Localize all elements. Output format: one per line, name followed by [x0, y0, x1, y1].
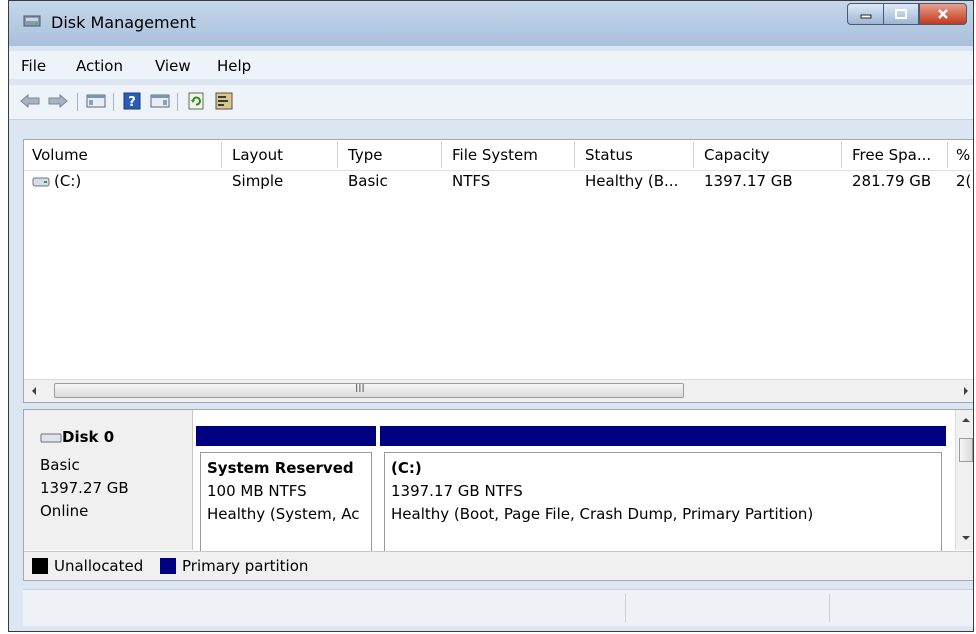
- scroll-grip: III: [355, 382, 365, 395]
- legend-swatch-primary: [160, 558, 176, 574]
- disk-map-panel: Disk 0 Basic 1397.27 GB Online System Re…: [23, 409, 973, 581]
- toolbar-separator: [113, 93, 114, 111]
- partition-size: 1397.17 GB NTFS: [391, 482, 523, 500]
- forward-arrow-icon: [48, 93, 68, 109]
- partition-bar: [196, 426, 376, 446]
- refresh-button[interactable]: [185, 91, 207, 111]
- cell-capacity: 1397.17 GB: [704, 172, 793, 190]
- partition-details: System Reserved 100 MB NTFS Healthy (Sys…: [200, 452, 372, 556]
- console-tree-icon: [86, 94, 106, 108]
- cell-free-space: 281.79 GB: [852, 172, 932, 190]
- column-header-capacity[interactable]: Capacity: [704, 146, 770, 164]
- status-bar-divider: [625, 594, 626, 622]
- maximize-icon: [895, 9, 907, 19]
- disk-0-info[interactable]: Disk 0 Basic 1397.27 GB Online: [24, 410, 193, 550]
- partition-size: 100 MB NTFS: [207, 482, 307, 500]
- disk-management-window: Disk Management File Action View Help ? …: [8, 0, 974, 632]
- partition-name: (C:): [391, 459, 422, 477]
- disk-size: 1397.27 GB: [40, 479, 129, 497]
- window-controls: [847, 3, 967, 25]
- show-hide-action-pane-button[interactable]: [149, 91, 171, 111]
- minimize-icon: [860, 14, 871, 19]
- vertical-scrollbar[interactable]: [955, 410, 973, 550]
- toolbar-separator: [177, 93, 178, 111]
- menu-file[interactable]: File: [21, 57, 46, 75]
- column-divider[interactable]: [693, 142, 694, 168]
- column-header-layout[interactable]: Layout: [232, 146, 283, 164]
- disk-management-icon: [23, 15, 41, 27]
- close-button[interactable]: [919, 3, 967, 25]
- disk-icon: [40, 433, 62, 443]
- column-divider[interactable]: [841, 142, 842, 168]
- legend-label-unallocated: Unallocated: [54, 557, 144, 575]
- legend: Unallocated Primary partition: [24, 551, 973, 580]
- cell-layout: Simple: [232, 172, 284, 190]
- volume-list: Volume Layout Type File System Status Ca…: [23, 139, 973, 403]
- column-header-row: Volume Layout Type File System Status Ca…: [24, 140, 973, 171]
- action-pane-icon: [150, 94, 170, 108]
- partition-status: Healthy (System, Ac: [207, 505, 360, 523]
- horizontal-scrollbar[interactable]: III: [24, 379, 973, 402]
- column-divider[interactable]: [221, 142, 222, 168]
- show-hide-console-tree-button[interactable]: [85, 91, 107, 111]
- cell-percent-free: 2(: [956, 172, 972, 190]
- horizontal-scroll-thumb[interactable]: III: [54, 382, 684, 398]
- disk-name: Disk 0: [62, 428, 115, 446]
- scroll-up-icon[interactable]: [961, 416, 971, 424]
- status-bar: [23, 589, 973, 626]
- scroll-down-icon[interactable]: [961, 534, 971, 542]
- title-bar[interactable]: Disk Management: [9, 1, 973, 46]
- cell-status: Healthy (B...: [585, 172, 679, 190]
- forward-button[interactable]: [47, 91, 69, 111]
- scroll-right-icon[interactable]: [962, 386, 970, 396]
- cell-type: Basic: [348, 172, 388, 190]
- legend-swatch-unallocated: [32, 558, 48, 574]
- column-header-free-space[interactable]: Free Spa...: [852, 146, 931, 164]
- drive-icon: [32, 177, 50, 187]
- column-divider[interactable]: [441, 142, 442, 168]
- legend-label-primary: Primary partition: [182, 557, 309, 575]
- column-header-volume[interactable]: Volume: [32, 146, 88, 164]
- close-icon: [938, 9, 948, 19]
- properties-icon: [215, 92, 233, 110]
- properties-button[interactable]: [213, 91, 235, 111]
- vertical-scroll-thumb[interactable]: [959, 438, 973, 462]
- disk-state: Online: [40, 502, 89, 520]
- back-arrow-icon: [20, 93, 40, 109]
- menu-view[interactable]: View: [155, 57, 191, 75]
- partition-c[interactable]: (C:) 1397.17 GB NTFS Healthy (Boot, Page…: [380, 426, 946, 556]
- help-icon: ?: [123, 92, 141, 110]
- partition-details: (C:) 1397.17 GB NTFS Healthy (Boot, Page…: [384, 452, 942, 556]
- column-header-status[interactable]: Status: [585, 146, 633, 164]
- menu-help[interactable]: Help: [217, 57, 251, 75]
- refresh-icon: [188, 92, 204, 110]
- column-divider[interactable]: [337, 142, 338, 168]
- partition-bar: [380, 426, 946, 446]
- toolbar: ?: [9, 85, 973, 120]
- help-button[interactable]: ?: [121, 91, 143, 111]
- status-bar-divider: [829, 594, 830, 622]
- column-divider[interactable]: [574, 142, 575, 168]
- cell-file-system: NTFS: [452, 172, 491, 190]
- column-header-percent-free[interactable]: %: [956, 146, 970, 164]
- maximize-button[interactable]: [883, 3, 919, 25]
- column-header-type[interactable]: Type: [348, 146, 382, 164]
- scroll-left-icon[interactable]: [30, 386, 38, 396]
- menu-action[interactable]: Action: [76, 57, 123, 75]
- window-title: Disk Management: [51, 13, 196, 32]
- column-header-file-system[interactable]: File System: [452, 146, 538, 164]
- partition-status: Healthy (Boot, Page File, Crash Dump, Pr…: [391, 505, 814, 523]
- disk-type: Basic: [40, 456, 80, 474]
- back-button[interactable]: [19, 91, 41, 111]
- minimize-button[interactable]: [847, 3, 883, 25]
- partition-name: System Reserved: [207, 459, 354, 477]
- help-glyph: ?: [128, 95, 136, 110]
- menu-bar: File Action View Help: [9, 51, 973, 79]
- cell-volume: (C:): [54, 172, 82, 190]
- toolbar-separator: [77, 93, 78, 111]
- table-row[interactable]: (C:) Simple Basic NTFS Healthy (B... 139…: [24, 170, 973, 194]
- column-divider[interactable]: [947, 142, 948, 168]
- partition-system-reserved[interactable]: System Reserved 100 MB NTFS Healthy (Sys…: [196, 426, 376, 556]
